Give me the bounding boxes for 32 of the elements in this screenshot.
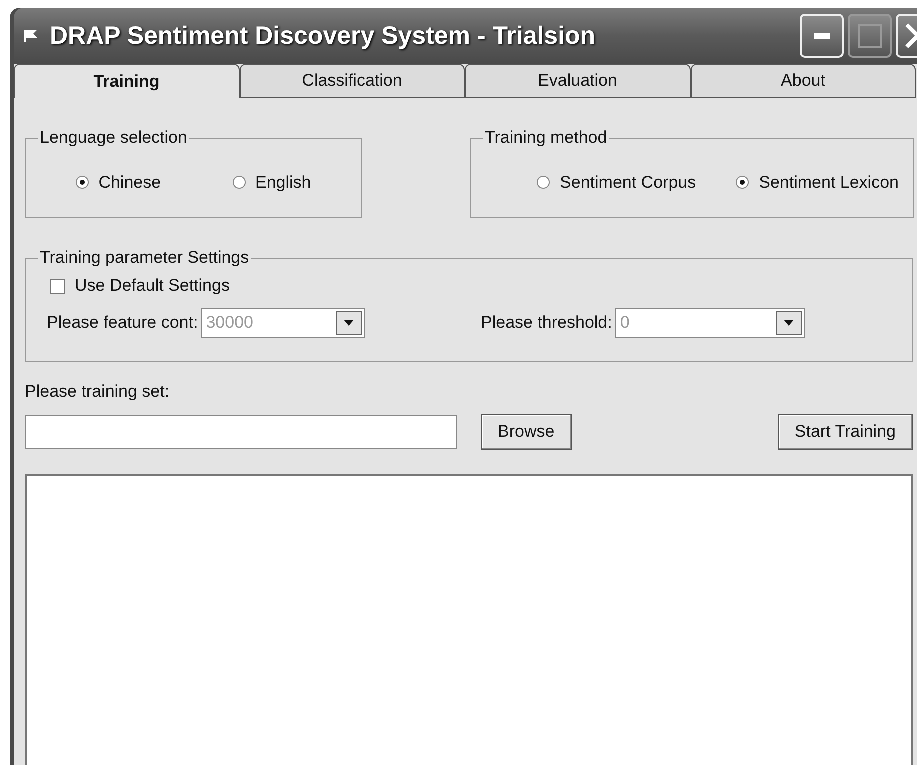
dropdown-value: 0 (620, 313, 631, 333)
radio-option[interactable]: English (232, 172, 312, 192)
radio-button[interactable] (537, 176, 550, 189)
window-title: DRAP Sentiment Discovery System - Trialsion (50, 22, 597, 50)
maximize-icon (858, 24, 882, 48)
field-label: Please feature cont: (47, 313, 198, 333)
radio-button[interactable] (76, 176, 89, 189)
caret-icon (784, 320, 794, 326)
radio-button[interactable] (232, 176, 246, 189)
field-label: Please training set: (25, 382, 171, 402)
radio-button[interactable] (736, 176, 750, 189)
browse-button[interactable]: Browse (481, 414, 572, 450)
checkbox-label: Use Default Settings (75, 276, 230, 296)
minimize-button[interactable] (800, 14, 844, 58)
caret-icon (344, 320, 354, 326)
tab[interactable]: Training (14, 64, 240, 98)
radio-label: English (256, 172, 312, 192)
group-title: Training method (484, 128, 608, 148)
minimize-icon (814, 33, 830, 39)
radio-label: Chinese (98, 172, 162, 192)
dropdown-value: 30000 (206, 313, 254, 333)
checkbox[interactable] (50, 278, 65, 294)
input-field[interactable] (25, 415, 457, 449)
field-label: Please threshold: (481, 313, 612, 333)
tab[interactable]: Evaluation (465, 64, 690, 98)
tab[interactable]: About (690, 64, 916, 98)
tab[interactable]: Classification (240, 64, 465, 98)
start-button[interactable]: Start Training (778, 414, 913, 450)
flag-icon (24, 30, 38, 42)
radio-option[interactable]: Chinese (76, 172, 162, 192)
group-title: Lenguage selection (39, 128, 188, 148)
group-title: Training parameter Settings (39, 248, 250, 268)
